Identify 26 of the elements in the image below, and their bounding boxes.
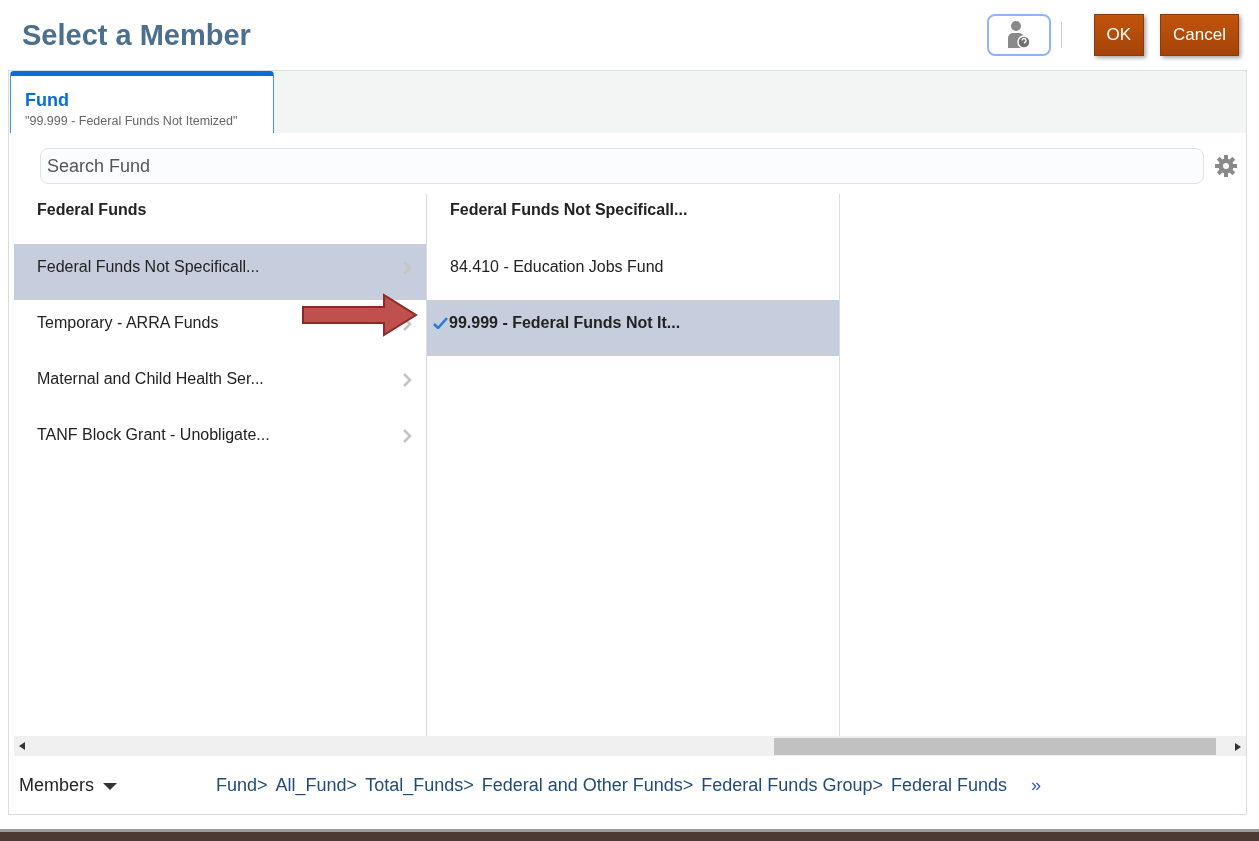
member-item[interactable]: Federal Funds Not Specificall... (14, 244, 426, 300)
column-heading: Federal Funds (36, 200, 148, 220)
breadcrumb-link[interactable]: Fund> (216, 771, 268, 799)
member-item[interactable]: 84.410 - Education Jobs Fund (427, 244, 839, 300)
member-item[interactable]: 99.999 - Federal Funds Not It... (427, 300, 839, 356)
breadcrumb-link[interactable]: Total_Funds> (365, 771, 474, 799)
person-help-icon (1005, 20, 1032, 50)
settings-icon[interactable] (1214, 154, 1238, 178)
breadcrumb-link[interactable]: Federal Funds (890, 771, 1007, 799)
fund-tab[interactable]: Fund "99.999 - Federal Funds Not Itemized" (10, 71, 274, 133)
more-link[interactable]: » (1031, 771, 1041, 799)
ok-button[interactable]: OK (1093, 14, 1145, 56)
caret-icon (102, 780, 118, 790)
member-item[interactable]: Maternal and Child Health Ser... (14, 356, 426, 412)
column-heading: Federal Funds Not Specificall... (449, 200, 689, 220)
breadcrumb-link[interactable]: All_Fund> (275, 771, 358, 799)
dialog-title: Select a Member (22, 17, 251, 53)
breadcrumb-link[interactable]: Federal Funds Group> (701, 771, 883, 799)
members-dropdown[interactable]: Members (19, 771, 118, 799)
help-button[interactable] (986, 14, 1051, 56)
breadcrumb-link[interactable]: Federal and Other Funds> (481, 771, 694, 799)
cancel-button[interactable]: Cancel (1160, 14, 1239, 56)
scrollbar-thumb[interactable] (774, 737, 1216, 755)
horizontal-scrollbar[interactable] (14, 736, 1246, 756)
member-item[interactable]: TANF Block Grant - Unobligate... (14, 412, 426, 468)
search-field[interactable]: Search Fund (40, 148, 1204, 184)
